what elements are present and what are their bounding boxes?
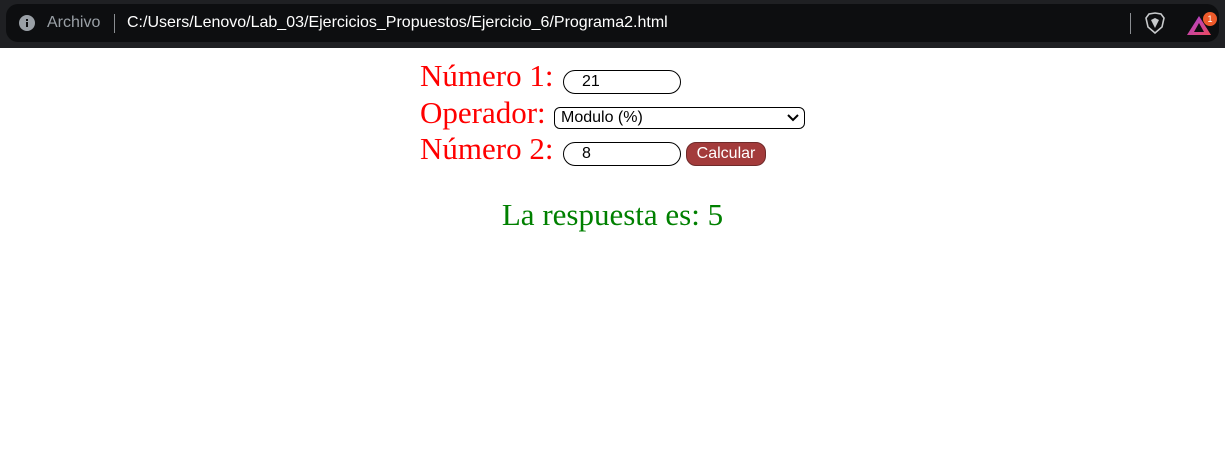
security-label[interactable]: Archivo: [47, 13, 100, 33]
operador-row: Operador: Modulo (%): [420, 95, 805, 131]
numero2-row: Número 2: 8 Calcular: [420, 131, 766, 167]
rewards-badge: 1: [1203, 12, 1217, 26]
numero1-input[interactable]: 21: [563, 70, 681, 94]
operador-select[interactable]: Modulo (%): [554, 107, 805, 129]
brave-rewards-icon[interactable]: 1: [1187, 12, 1219, 36]
operador-selected-value: Modulo (%): [561, 109, 643, 126]
address-bar[interactable]: Archivo C:/Users/Lenovo/Lab_03/Ejercicio…: [6, 4, 1219, 42]
numero1-row: Número 1: 21: [420, 58, 681, 94]
operador-label: Operador:: [420, 95, 546, 130]
toolbar-separator: [1130, 13, 1131, 34]
numero2-input[interactable]: 8: [563, 142, 681, 166]
url-text[interactable]: C:/Users/Lenovo/Lab_03/Ejercicios_Propue…: [127, 13, 668, 33]
calcular-button[interactable]: Calcular: [686, 142, 766, 166]
brave-shields-icon[interactable]: [1145, 12, 1165, 34]
info-icon[interactable]: [19, 15, 35, 31]
browser-toolbar: Archivo C:/Users/Lenovo/Lab_03/Ejercicio…: [0, 0, 1225, 48]
result-text: La respuesta es: 5: [501, 197, 724, 232]
numero1-label: Número 1:: [420, 58, 554, 93]
address-separator: [114, 14, 115, 33]
chevron-down-icon: [787, 114, 799, 122]
numero2-label: Número 2:: [420, 131, 554, 166]
